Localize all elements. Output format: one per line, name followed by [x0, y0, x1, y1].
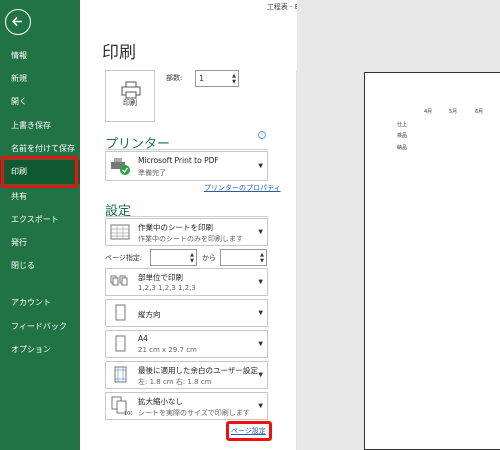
dropdown-arrow-icon: ▼: [258, 228, 263, 236]
scaling-main: 拡大縮小なし: [138, 397, 183, 406]
backstage-sidebar: 情報 新規 開く 上書き保存 名前を付けて保存 印刷 共有 エクスポート 発行 …: [0, 0, 80, 450]
collate-sub: 1,2,3 1,2,3 1,2,3: [138, 284, 196, 292]
scaling-sub: シートを実際のサイズで印刷します: [138, 409, 250, 417]
info-icon[interactable]: i: [258, 131, 266, 139]
back-button[interactable]: [5, 9, 31, 35]
margins-icon: [114, 366, 127, 383]
nav-feedback[interactable]: フィードバック: [0, 315, 80, 339]
print-preview-page: [364, 72, 500, 450]
printer-status: 準備完了: [138, 169, 166, 177]
paper-sub: 21 cm x 29.7 cm: [138, 346, 197, 354]
orientation-dropdown[interactable]: 縦方向 ▼: [105, 299, 268, 327]
scaling-dropdown[interactable]: 100 拡大縮小なし シートを実際のサイズで印刷します ▼: [105, 392, 268, 420]
printer-separator: [105, 149, 268, 150]
pages-from-input[interactable]: ▲ ▼: [150, 249, 197, 266]
dropdown-arrow-icon: ▼: [258, 309, 263, 317]
dropdown-arrow-icon: ▼: [258, 278, 263, 286]
nav-publish[interactable]: 発行: [0, 231, 80, 255]
dropdown-arrow-icon: ▼: [258, 402, 263, 410]
print-nav-highlight: [1, 156, 78, 188]
copies-spinner[interactable]: ▲ ▼: [232, 73, 236, 85]
svg-text:100: 100: [124, 411, 132, 416]
nav-export[interactable]: エクスポート: [0, 208, 80, 232]
settings-separator: [105, 216, 268, 217]
nav-open[interactable]: 開く: [0, 90, 80, 114]
margins-main: 最後に適用した余白のユーザー設定: [138, 366, 258, 375]
preview-row-label: 仕上: [397, 122, 408, 128]
printer-icon: [121, 81, 141, 99]
pages-label: ページ指定:: [105, 254, 143, 262]
printer-dropdown[interactable]: Microsoft Print to PDF 準備完了 ▼: [105, 151, 268, 181]
print-button[interactable]: 印刷: [105, 70, 155, 122]
printer-name: Microsoft Print to PDF: [138, 156, 219, 165]
copies-label: 部数:: [166, 74, 183, 82]
printer-ready-icon: [111, 158, 130, 175]
pages-to-spinner[interactable]: ▲ ▼: [260, 252, 264, 264]
nav-save[interactable]: 上書き保存: [0, 114, 80, 138]
copies-value: 1: [199, 74, 205, 83]
dropdown-arrow-icon: ▼: [258, 162, 263, 170]
preview-month-header: 4月: [424, 109, 433, 115]
nav-share[interactable]: 共有: [0, 185, 80, 209]
print-what-main: 作業中のシートを印刷: [138, 223, 213, 232]
copies-input[interactable]: 1 ▲ ▼: [195, 70, 239, 87]
orientation-main: 縦方向: [138, 310, 161, 319]
nav-close[interactable]: 閉じる: [0, 254, 80, 278]
paper-size-dropdown[interactable]: A4 21 cm x 29.7 cm ▼: [105, 330, 268, 358]
dropdown-arrow-icon: ▼: [258, 371, 263, 379]
page-title: 印刷: [102, 43, 136, 63]
collate-dropdown[interactable]: 部単位で印刷 1,2,3 1,2,3 1,2,3 ▼: [105, 268, 268, 296]
paper-icon: [115, 335, 126, 352]
printer-properties-link[interactable]: プリンターのプロパティ: [204, 183, 281, 193]
dropdown-arrow-icon: ▼: [258, 340, 263, 348]
pages-to-label: から: [202, 254, 216, 262]
nav-new[interactable]: 新規: [0, 67, 80, 91]
pages-from-spinner[interactable]: ▲ ▼: [190, 252, 194, 264]
pages-to-input[interactable]: ▲ ▼: [220, 249, 267, 266]
collate-icon: [110, 275, 128, 286]
print-what-sub: 作業中のシートのみを印刷します: [138, 235, 243, 243]
print-what-dropdown[interactable]: 作業中のシートを印刷 作業中のシートのみを印刷します ▼: [105, 218, 268, 246]
scaling-100-icon: 100: [111, 396, 132, 416]
collate-main: 部単位で印刷: [138, 273, 183, 282]
preview-month-header: 6月: [475, 109, 484, 115]
paper-main: A4: [138, 334, 148, 343]
preview-month-header: 5月: [449, 109, 458, 115]
nav-account[interactable]: アカウント: [0, 291, 80, 315]
print-button-label: 印刷: [123, 99, 137, 107]
portrait-page-icon: [115, 304, 126, 321]
nav-info[interactable]: 情報: [0, 44, 80, 68]
preview-row-label: 納品: [397, 145, 408, 151]
preview-row-label: 検品: [397, 133, 408, 139]
sheet-grid-icon: [110, 224, 130, 240]
margins-dropdown[interactable]: 最後に適用した余白のユーザー設定 左: 1.8 cm 右: 1.8 cm ▼: [105, 361, 268, 389]
nav-options[interactable]: オプション: [0, 338, 80, 362]
page-setup-highlight: [226, 421, 272, 441]
panel-divider: [296, 70, 297, 450]
arrow-left-icon: [11, 16, 22, 27]
margins-sub: 左: 1.8 cm 右: 1.8 cm: [138, 378, 212, 386]
